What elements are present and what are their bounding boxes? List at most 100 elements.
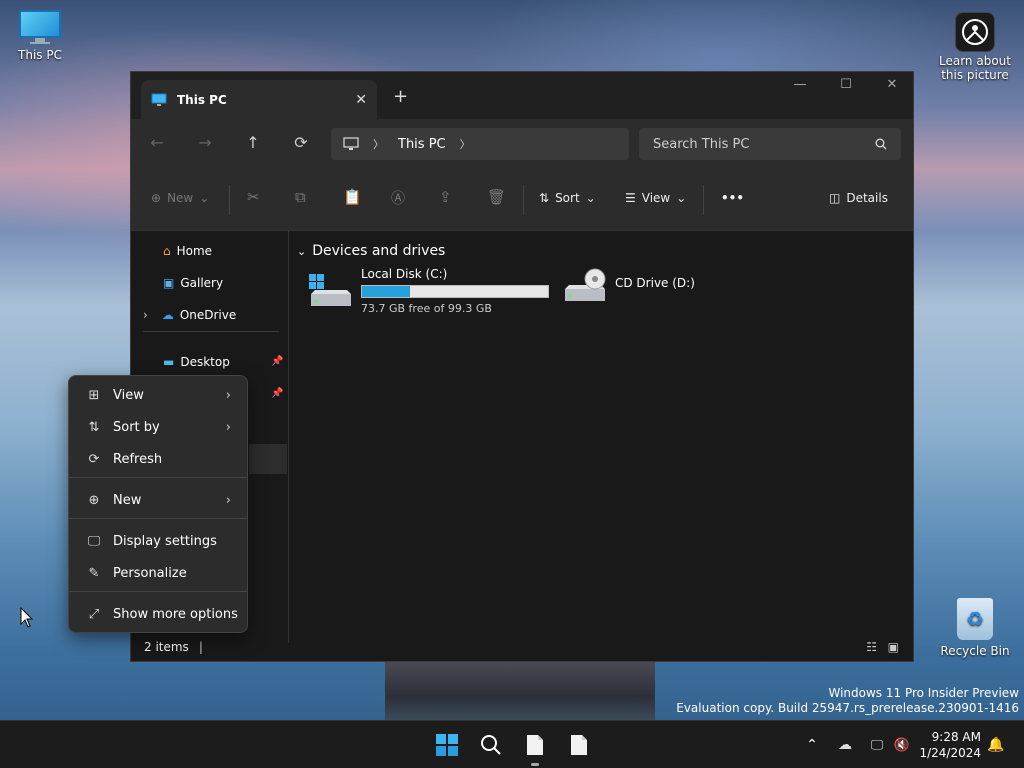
context-menu-item-show-more-options[interactable]: ⤢ Show more options [73,599,243,629]
search-icon [875,138,887,150]
hard-drive-icon [309,274,351,306]
paste-button[interactable]: 📋 [343,188,362,206]
forward-button[interactable]: → [193,133,217,152]
large-icons-view-icon[interactable]: ▣ [888,640,899,654]
expand-icon: ⤢ [88,606,100,622]
drive-name: CD Drive (D:) [615,276,695,290]
context-menu-item-label: Show more options [113,606,238,622]
chevron-right-icon[interactable]: 〉 [460,136,471,152]
context-menu-item-view[interactable]: ⊞ View › [73,380,243,410]
monitor-icon [151,93,167,106]
search-placeholder: Search This PC [653,136,750,152]
new-button[interactable]: ⊕ New ⌄ [151,191,209,205]
chevron-down-icon: ⌄ [676,191,687,205]
delete-button[interactable]: 🗑 [487,188,506,206]
details-view-icon[interactable]: ☷ [866,640,877,654]
group-header-label: Devices and drives [312,243,446,259]
details-label: Details [846,191,888,205]
search-button[interactable] [476,729,506,761]
drive-usage-bar [361,285,549,298]
nav-item-label: Home [176,244,213,258]
command-bar: ⊕ New ⌄ ✂ ⧉ 📋 Ⓐ ⇪ 🗑 ⇅ Sort ⌄ ☰ View ⌄ ••… [131,169,913,231]
breadcrumb-this-pc[interactable]: This PC [398,137,446,152]
sort-icon: ⇅ [88,419,100,435]
ellipsis-icon: ••• [721,191,745,205]
details-pane-button[interactable]: ◫ Details [829,191,888,205]
up-button[interactable]: ↑ [241,133,265,152]
sort-icon: ⇅ [539,191,550,205]
nav-item-home[interactable]: ⌂ Home [163,244,212,258]
context-menu-item-sort-by[interactable]: ⇅ Sort by › [73,412,243,442]
maximize-button[interactable]: ☐ [823,77,869,92]
notification-bell-icon[interactable]: 🔔 [986,729,1006,761]
desktop-icon-label: Learn about this picture [939,54,1011,82]
share-button[interactable]: ⇪ [439,188,452,206]
refresh-button[interactable]: ⟳ [289,133,313,152]
context-menu-item-personalize[interactable]: ✎ Personalize [73,558,243,588]
taskbar-app-file-1[interactable] [520,729,550,761]
network-icon[interactable]: 🖵 [866,729,888,761]
chevron-up-icon: ⌃ [806,737,818,753]
volume-muted-icon[interactable]: 🔇 [892,729,912,761]
chevron-right-icon[interactable]: › [143,308,148,322]
rename-icon: Ⓐ [391,191,405,207]
wallpaper-dock [385,662,655,720]
nav-item-label: Gallery [180,276,224,290]
desktop-context-menu: ⊞ View › ⇅ Sort by › ⟳ Refresh ⊕ New › 🖵 Display set… [68,375,248,633]
divider [523,185,524,215]
chevron-right-icon[interactable]: 〉 [373,136,384,152]
context-menu-item-refresh[interactable]: ⟳ Refresh [73,444,243,474]
drive-item-d[interactable]: CD Drive (D:) [563,267,695,305]
grid-icon: ⊞ [88,387,100,403]
copy-button[interactable]: ⧉ [295,188,306,206]
taskbar-app-file-2[interactable] [564,729,594,761]
context-menu-item-display-settings[interactable]: 🖵 Display settings [73,526,243,556]
chevron-right-icon: › [225,492,231,508]
drive-item-c[interactable]: Local Disk (C:) 73.7 GB free of 99.3 GB [309,267,549,315]
context-menu-item-new[interactable]: ⊕ New › [73,485,243,515]
tab-this-pc[interactable]: This PC ✕ [141,80,377,119]
nav-item-onedrive[interactable]: › ☁ OneDrive [143,308,236,322]
more-options-button[interactable]: ••• [721,191,744,205]
start-button[interactable] [432,729,462,761]
tab-title: This PC [177,92,227,107]
desktop-icon-this-pc[interactable]: This PC [0,10,80,62]
divider [229,185,230,215]
taskbar: ⌃ ☁ 🖵 🔇 9:28 AM 1/24/2024 🔔 [0,720,1024,768]
search-box[interactable]: Search This PC [639,128,901,160]
nav-divider [143,331,279,332]
clock-date: 1/24/2024 [919,746,981,760]
sort-button[interactable]: ⇅ Sort ⌄ [539,191,596,205]
address-bar[interactable]: 〉 This PC 〉 [331,128,629,160]
clock[interactable]: 9:28 AM 1/24/2024 [919,729,981,761]
view-button[interactable]: ☰ View ⌄ [625,191,686,205]
close-window-button[interactable]: ✕ [869,77,915,92]
nav-item-desktop[interactable]: ▬ Desktop [163,355,230,369]
desktop-icon-recycle-bin[interactable]: ♻ Recycle Bin [935,598,1015,658]
build-watermark: Windows 11 Pro Insider Preview Evaluatio… [676,686,1019,716]
onedrive-tray-icon[interactable]: ☁ [834,729,856,761]
file-icon [527,735,543,755]
close-tab-icon[interactable]: ✕ [355,92,367,108]
pin-icon[interactable]: 📌 [271,388,283,399]
selected-nav-item[interactable] [249,444,287,474]
back-button[interactable]: ← [145,133,169,152]
desktop-icon-learn-about-picture[interactable]: Learn about this picture [934,12,1016,82]
new-tab-button[interactable]: + [393,86,408,107]
status-bar: 2 items | ☷ ▣ [131,633,913,661]
rename-button[interactable]: Ⓐ [391,188,405,208]
pin-icon[interactable]: 📌 [271,356,283,367]
nav-item-gallery[interactable]: ▣ Gallery [163,276,223,290]
minimize-button[interactable]: — [777,77,823,92]
drive-usage-fill [362,286,410,297]
context-menu-item-label: New [113,492,142,508]
group-header-devices[interactable]: ⌄ Devices and drives [297,243,445,259]
chevron-down-icon: ⌄ [585,191,596,205]
clipboard-icon: 📋 [343,188,362,206]
cut-button[interactable]: ✂ [247,188,260,206]
watermark-line-1: Windows 11 Pro Insider Preview [828,686,1019,700]
chevron-down-icon: ⌄ [199,191,210,205]
item-count: 2 items [144,640,189,654]
show-hidden-icons-button[interactable]: ⌃ [802,729,822,761]
copy-icon: ⧉ [295,188,306,206]
